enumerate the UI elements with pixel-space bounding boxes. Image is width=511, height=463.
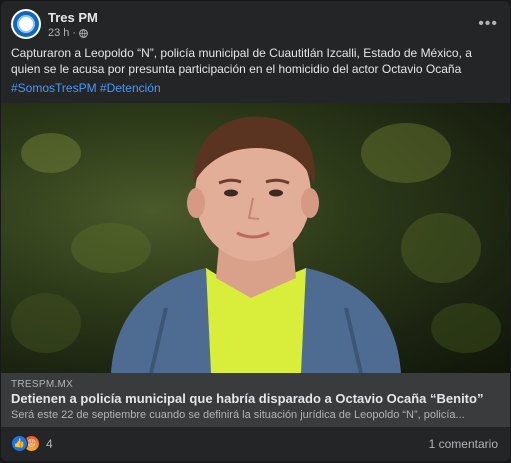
post-header: Tres PM 23 h · •••: [11, 9, 500, 45]
post-caption: Capturaron a Leopoldo “N”, policía munic…: [11, 46, 472, 76]
post-time[interactable]: 23 h: [48, 27, 69, 39]
page-name[interactable]: Tres PM: [48, 10, 98, 25]
like-reaction-icon: 👍: [11, 435, 28, 452]
more-options-icon[interactable]: •••: [478, 15, 498, 33]
hashtag-link[interactable]: #Detención: [100, 81, 161, 95]
link-preview[interactable]: TRESPM.MX Detienen a policía municipal q…: [1, 373, 510, 427]
hashtags: #SomosTresPM #Detención: [11, 81, 161, 95]
link-domain: TRESPM.MX: [11, 379, 74, 390]
reactions-summary[interactable]: 👍 😡 4: [11, 435, 53, 452]
reaction-count: 4: [46, 436, 53, 451]
link-description: Será este 22 de septiembre cuando se def…: [11, 409, 465, 421]
comments-count[interactable]: 1 comentario: [429, 437, 498, 451]
post-photo[interactable]: [1, 103, 510, 373]
hashtag-link[interactable]: #SomosTresPM: [11, 81, 97, 95]
link-title[interactable]: Detienen a policía municipal que habría …: [11, 391, 483, 406]
post-meta: 23 h ·: [48, 27, 88, 39]
page-avatar[interactable]: [11, 9, 41, 39]
globe-icon: [79, 28, 88, 38]
post-footer: 👍 😡 4 1 comentario: [11, 433, 500, 455]
person-figure: [111, 116, 401, 373]
facebook-post: Tres PM 23 h · ••• Capturaron a Leopoldo…: [1, 1, 510, 461]
